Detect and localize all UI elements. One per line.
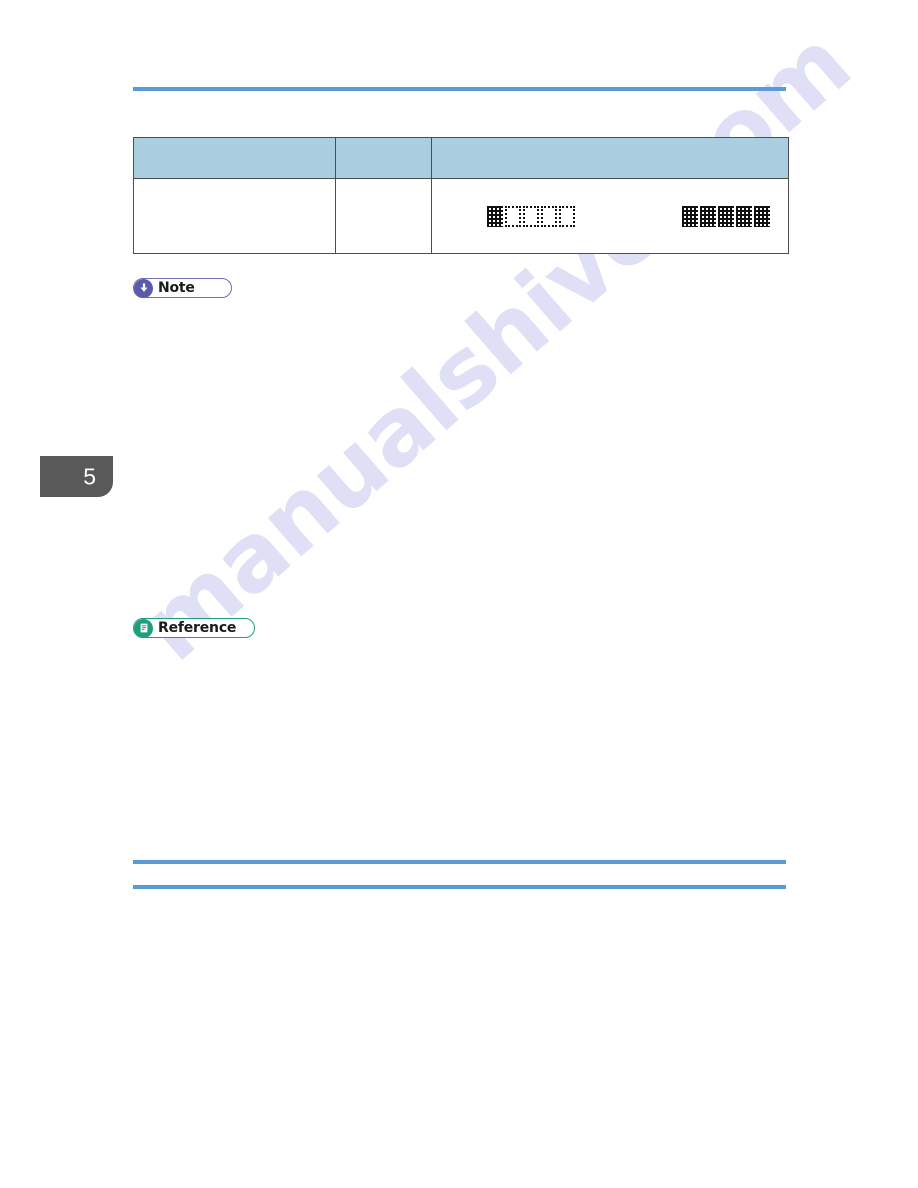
table-row — [133, 178, 789, 254]
watermark: manualshive.com — [120, 9, 871, 682]
missing-glyph-box — [682, 205, 698, 227]
missing-glyph-run-right — [682, 205, 770, 227]
down-arrow-icon — [134, 278, 153, 298]
table-cell-b — [335, 178, 432, 254]
callout-badge-note-label: Note — [158, 280, 195, 296]
chapter-tab: 5 — [40, 456, 113, 497]
footer-rule-upper — [133, 860, 786, 864]
glyph-container — [432, 179, 788, 253]
table-header-cell-2 — [335, 137, 432, 179]
callout-badge-reference-label: Reference — [158, 620, 237, 636]
table-header — [133, 137, 789, 179]
missing-glyph-box — [559, 205, 575, 227]
missing-glyph-box — [523, 205, 539, 227]
missing-glyph-box — [487, 205, 503, 227]
missing-glyph-box — [718, 205, 734, 227]
chapter-tab-number: 5 — [83, 463, 96, 489]
table-cell-c — [431, 178, 789, 254]
data-table — [133, 137, 789, 254]
missing-glyph-box — [754, 205, 770, 227]
missing-glyph-box — [736, 205, 752, 227]
table-cell-a — [133, 178, 336, 254]
document-page: manualshive.com 5 Note Reference — [0, 0, 918, 1188]
document-icon — [134, 618, 153, 638]
table-header-cell-3 — [431, 137, 789, 179]
table-header-row — [133, 137, 789, 179]
missing-glyph-box — [700, 205, 716, 227]
missing-glyph-run-left — [487, 205, 575, 227]
missing-glyph-box — [505, 205, 521, 227]
table-header-cell-1 — [133, 137, 336, 179]
footer-rule-lower — [133, 885, 786, 889]
header-rule — [133, 87, 786, 91]
callout-badge-note: Note — [133, 278, 232, 298]
missing-glyph-box — [541, 205, 557, 227]
callout-badge-reference: Reference — [133, 618, 256, 638]
table-body — [133, 178, 789, 254]
